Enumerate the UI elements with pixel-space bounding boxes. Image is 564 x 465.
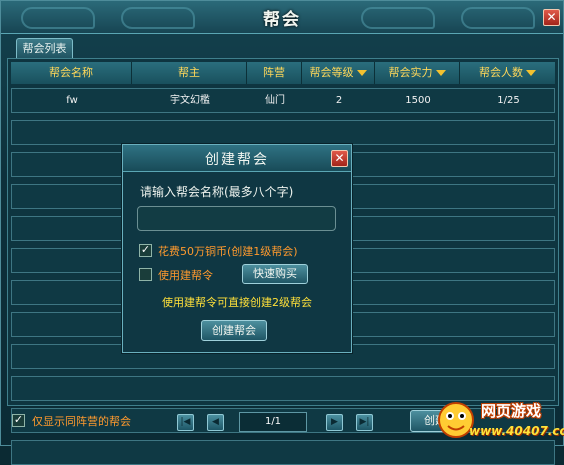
filter-label: 仅显示同阵营的帮会 [32, 415, 131, 428]
cell-guild-name: fw [66, 95, 78, 106]
table-header: 帮会名称 帮主 阵营 帮会等级 帮会实力 帮会人数 [11, 62, 555, 84]
dialog-title-bar: 创建帮会 ✕ [123, 145, 351, 172]
name-prompt: 请输入帮会名称(最多八个字) [140, 185, 294, 199]
col-guild-name[interactable]: 帮会名称 [11, 62, 132, 84]
sort-down-icon [435, 70, 446, 76]
cell-faction: 仙门 [265, 95, 285, 106]
watermark-url: www.40407.com [469, 424, 564, 438]
token-option-checkbox[interactable] [139, 268, 152, 281]
col-power[interactable]: 帮会实力 [375, 62, 460, 84]
coin-option-label: 花费50万铜币(创建1级帮会) [158, 245, 298, 258]
site-watermark: 网页游戏 www.40407.com [431, 394, 564, 444]
coin-option-checkbox[interactable]: ✓ [139, 244, 152, 257]
first-page-button[interactable]: |◀ [177, 414, 194, 431]
last-page-button[interactable]: ▶| [356, 414, 373, 431]
table-row[interactable]: fw 宇文幻檻 仙门 2 1500 1/25 [11, 88, 555, 113]
col-level[interactable]: 帮会等级 [302, 62, 375, 84]
sort-down-icon [526, 70, 536, 76]
watermark-title: 网页游戏 [481, 402, 542, 420]
prev-page-button[interactable]: ◀ [207, 414, 224, 431]
col-leader[interactable]: 帮主 [132, 62, 247, 84]
quick-buy-button[interactable]: 快速购买 [242, 264, 308, 284]
window-title: 帮会 [263, 10, 301, 30]
cell-power: 1500 [405, 95, 431, 106]
cell-leader: 宇文幻檻 [170, 95, 210, 106]
confirm-create-button[interactable]: 创建帮会 [201, 320, 267, 341]
table-row[interactable] [11, 120, 555, 145]
dialog-title: 创建帮会 [205, 152, 269, 168]
next-page-button[interactable]: ▶ [326, 414, 343, 431]
guild-name-input[interactable] [137, 206, 336, 231]
page-indicator: 1/1 [239, 412, 307, 432]
title-bar: 帮会 ✕ [1, 1, 563, 34]
close-dialog-button[interactable]: ✕ [331, 150, 348, 167]
cell-level: 2 [335, 95, 343, 106]
sort-down-icon [356, 70, 367, 76]
cell-members: 1/25 [497, 95, 520, 106]
guild-window: 帮会 ✕ 帮会列表 帮会名称 帮主 阵营 帮会等级 帮会实力 帮会人数 fw 宇… [0, 0, 564, 465]
create-guild-dialog: 创建帮会 ✕ 请输入帮会名称(最多八个字) ✓ 花费50万铜币(创建1级帮会) … [122, 144, 352, 353]
token-hint: 使用建帮令可直接创建2级帮会 [162, 296, 312, 309]
col-faction[interactable]: 阵营 [247, 62, 302, 84]
close-window-button[interactable]: ✕ [543, 9, 560, 26]
tab-guild-list[interactable]: 帮会列表 [16, 38, 73, 59]
filter-checkbox[interactable]: ✓ [12, 414, 25, 427]
token-option-label: 使用建帮令 [158, 269, 213, 282]
col-members[interactable]: 帮会人数 [460, 62, 555, 84]
